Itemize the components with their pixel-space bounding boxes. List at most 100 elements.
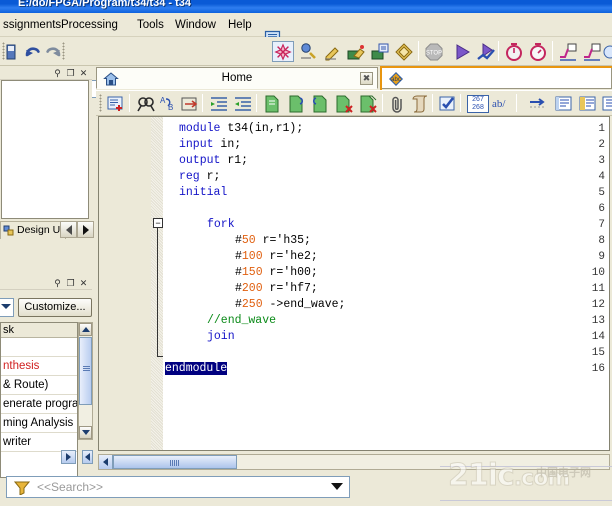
check-syntax-icon[interactable]: [438, 94, 458, 114]
script-icon[interactable]: [410, 94, 430, 114]
stop-icon[interactable]: STOP: [424, 42, 444, 62]
search-box[interactable]: <<Search>>: [6, 476, 350, 498]
toolbar-grip[interactable]: [2, 42, 5, 60]
task-row[interactable]: nthesis: [1, 357, 77, 376]
line-number: 6: [598, 203, 605, 215]
task-row[interactable]: & Route): [1, 376, 77, 395]
goto-icon[interactable]: [180, 94, 200, 114]
stop-compilation-button[interactable]: [272, 41, 294, 62]
analysis-synthesis-icon[interactable]: [322, 42, 342, 62]
bookmarks-icon[interactable]: [600, 94, 612, 114]
customize-button[interactable]: Customize...: [18, 298, 92, 317]
code-line[interactable]: #150 r='h00;: [235, 265, 318, 281]
undo-icon[interactable]: [22, 42, 42, 62]
code-line[interactable]: //end_wave: [207, 313, 276, 329]
pin-icon[interactable]: ⚲: [52, 68, 63, 79]
project-combo-grip[interactable]: [62, 42, 65, 60]
task-row[interactable]: [1, 338, 77, 357]
tab-home[interactable]: Home ✖: [96, 67, 378, 89]
menu-bar: ssignments Processing Tools Window Help: [0, 13, 612, 45]
uncomment-icon[interactable]: [286, 94, 306, 114]
code-line[interactable]: #250 ->end_wave;: [235, 297, 345, 313]
menu-item-help[interactable]: Help: [225, 17, 255, 33]
pin-icon[interactable]: ⚲: [52, 278, 63, 289]
chevron-down-icon[interactable]: [331, 483, 343, 490]
comment-icon[interactable]: [262, 94, 282, 114]
timing-analyzer-icon[interactable]: [394, 42, 414, 62]
more-tools-icon[interactable]: [602, 42, 612, 62]
restore-icon[interactable]: ❐: [65, 68, 76, 79]
line-number: 15: [591, 347, 605, 359]
restore-icon[interactable]: ❐: [65, 278, 76, 289]
classic-timing-analyzer-icon[interactable]: [504, 42, 524, 62]
scroll-thumb[interactable]: [79, 337, 92, 405]
menu-item-window[interactable]: Window: [172, 17, 219, 33]
tab-t34-v[interactable]: abc t34.v: [382, 67, 612, 89]
code-line[interactable]: #100 r='he2;: [235, 249, 318, 265]
fold-collapse-icon[interactable]: −: [153, 218, 163, 228]
home-icon: [103, 72, 119, 86]
redo-icon[interactable]: [44, 42, 64, 62]
remove-all-comments-icon[interactable]: [358, 94, 378, 114]
dock-prev-button[interactable]: [60, 221, 77, 238]
code-line[interactable]: module t34(in,r1);: [179, 121, 303, 137]
dock-next-button[interactable]: [77, 221, 94, 238]
code-line[interactable]: endmodule: [165, 361, 228, 377]
design-units-body[interactable]: [1, 80, 89, 219]
menu-item-processing[interactable]: Processing: [58, 17, 121, 33]
next-icon[interactable]: [528, 94, 548, 114]
code-token: #: [235, 282, 242, 295]
panel-splitter-left-button[interactable]: [82, 450, 93, 464]
code-line[interactable]: output r1;: [179, 153, 248, 169]
collapse-all-icon[interactable]: [554, 94, 574, 114]
line-count-icon[interactable]: 267 268: [467, 95, 489, 113]
remove-comment-icon[interactable]: [334, 94, 354, 114]
code-line[interactable]: initial: [179, 185, 227, 201]
start-compilation-icon[interactable]: [452, 42, 472, 62]
code-line[interactable]: fork: [207, 217, 235, 233]
insert-template-icon[interactable]: [106, 94, 126, 114]
close-icon[interactable]: ✕: [78, 278, 89, 289]
timequest-analyzer-icon[interactable]: [528, 42, 548, 62]
start-simulation-icon[interactable]: [476, 42, 496, 62]
code-line[interactable]: input in;: [179, 137, 241, 153]
menu-item-tools[interactable]: Tools: [134, 17, 167, 33]
expand-all-icon[interactable]: [578, 94, 598, 114]
assembler-icon[interactable]: [370, 42, 390, 62]
technology-map-viewer-icon[interactable]: [582, 42, 602, 62]
menu-item-assignments[interactable]: ssignments: [0, 17, 64, 33]
editor-toolbar-grip[interactable]: [99, 94, 102, 112]
task-list-scroll-right-button[interactable]: [61, 450, 76, 464]
find-icon[interactable]: [136, 94, 156, 114]
ab-icon[interactable]: ab/: [492, 98, 505, 110]
close-icon[interactable]: ✕: [78, 68, 89, 79]
outdent-icon[interactable]: [233, 94, 253, 114]
scroll-left-button[interactable]: [99, 455, 113, 469]
line-number: 2: [598, 139, 605, 151]
replace-icon[interactable]: A B: [158, 94, 178, 114]
hscroll-thumb[interactable]: [113, 455, 237, 469]
code-editor[interactable]: − 1 2 3 4 5 6 7 8 9 10 11 12 13 14 15 16 module t34(in,…: [98, 116, 610, 451]
attach-icon[interactable]: [388, 94, 408, 114]
task-list-vscrollbar[interactable]: [78, 322, 93, 440]
rtl-viewer-icon[interactable]: [558, 42, 578, 62]
dock-tab-design-units[interactable]: Design Ur: [0, 221, 66, 239]
scroll-down-button[interactable]: [79, 426, 92, 439]
code-line[interactable]: #200 r='hf7;: [235, 281, 318, 297]
task-row[interactable]: enerate program: [1, 395, 77, 414]
line-number: 5: [598, 187, 605, 199]
task-row[interactable]: ming Analysis: [1, 414, 77, 433]
code-line[interactable]: reg r;: [179, 169, 220, 185]
start-analysis-elaboration-icon[interactable]: [298, 42, 318, 62]
fitter-place-route-icon[interactable]: [346, 42, 366, 62]
code-line[interactable]: join: [207, 329, 235, 345]
search-placeholder: <<Search>>: [37, 480, 104, 494]
code-token: ->end_wave;: [262, 298, 346, 311]
scroll-up-button[interactable]: [79, 323, 92, 336]
flow-combo[interactable]: [0, 298, 14, 317]
undo-comment-icon[interactable]: [310, 94, 330, 114]
code-line[interactable]: #50 r='h35;: [235, 233, 311, 249]
tab-home-close-button[interactable]: ✖: [360, 72, 373, 85]
editor-hscrollbar[interactable]: [98, 454, 610, 470]
indent-icon[interactable]: [209, 94, 229, 114]
